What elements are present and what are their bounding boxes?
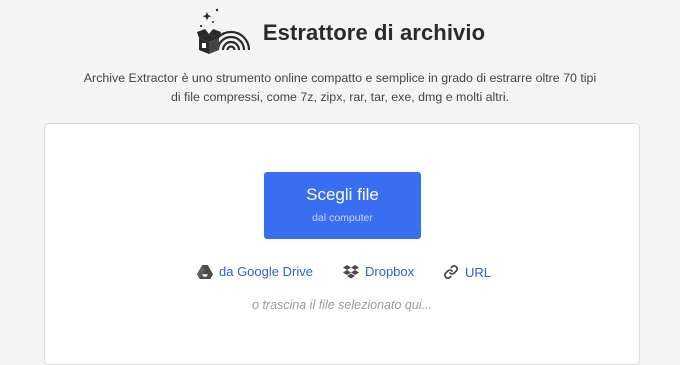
choose-file-label: Scegli file bbox=[306, 185, 379, 204]
link-icon bbox=[444, 265, 458, 279]
google-drive-link[interactable]: da Google Drive bbox=[197, 264, 313, 279]
google-drive-icon bbox=[197, 264, 213, 279]
drop-hint: o trascina il file selezionato qui... bbox=[252, 298, 432, 312]
page-title: Estrattore di archivio bbox=[262, 20, 486, 45]
url-label: URL bbox=[465, 264, 492, 280]
url-link[interactable]: URL bbox=[443, 264, 491, 280]
dropbox-icon bbox=[343, 264, 359, 278]
page-header: Estrattore di archivio Archive Extractor… bbox=[0, 0, 680, 124]
logo-row: Estrattore di archivio bbox=[0, 4, 680, 56]
page-description: Archive Extractor è uno strumento online… bbox=[70, 69, 610, 107]
dropbox-link[interactable]: Dropbox bbox=[343, 264, 414, 279]
dropbox-label: Dropbox bbox=[365, 264, 415, 279]
google-drive-label: da Google Drive bbox=[219, 264, 313, 279]
archive-rainbow-box-icon bbox=[196, 8, 250, 54]
description-line-2: di file compressi, come 7z, zipx, rar, t… bbox=[170, 90, 510, 104]
description-line-1: Archive Extractor è uno strumento online… bbox=[83, 71, 597, 85]
choose-file-button[interactable]: Scegli file dal computer bbox=[264, 172, 421, 239]
choose-file-sublabel: dal computer bbox=[312, 212, 373, 224]
upload-card[interactable]: Scegli file dal computer da Google Drive bbox=[44, 123, 640, 365]
